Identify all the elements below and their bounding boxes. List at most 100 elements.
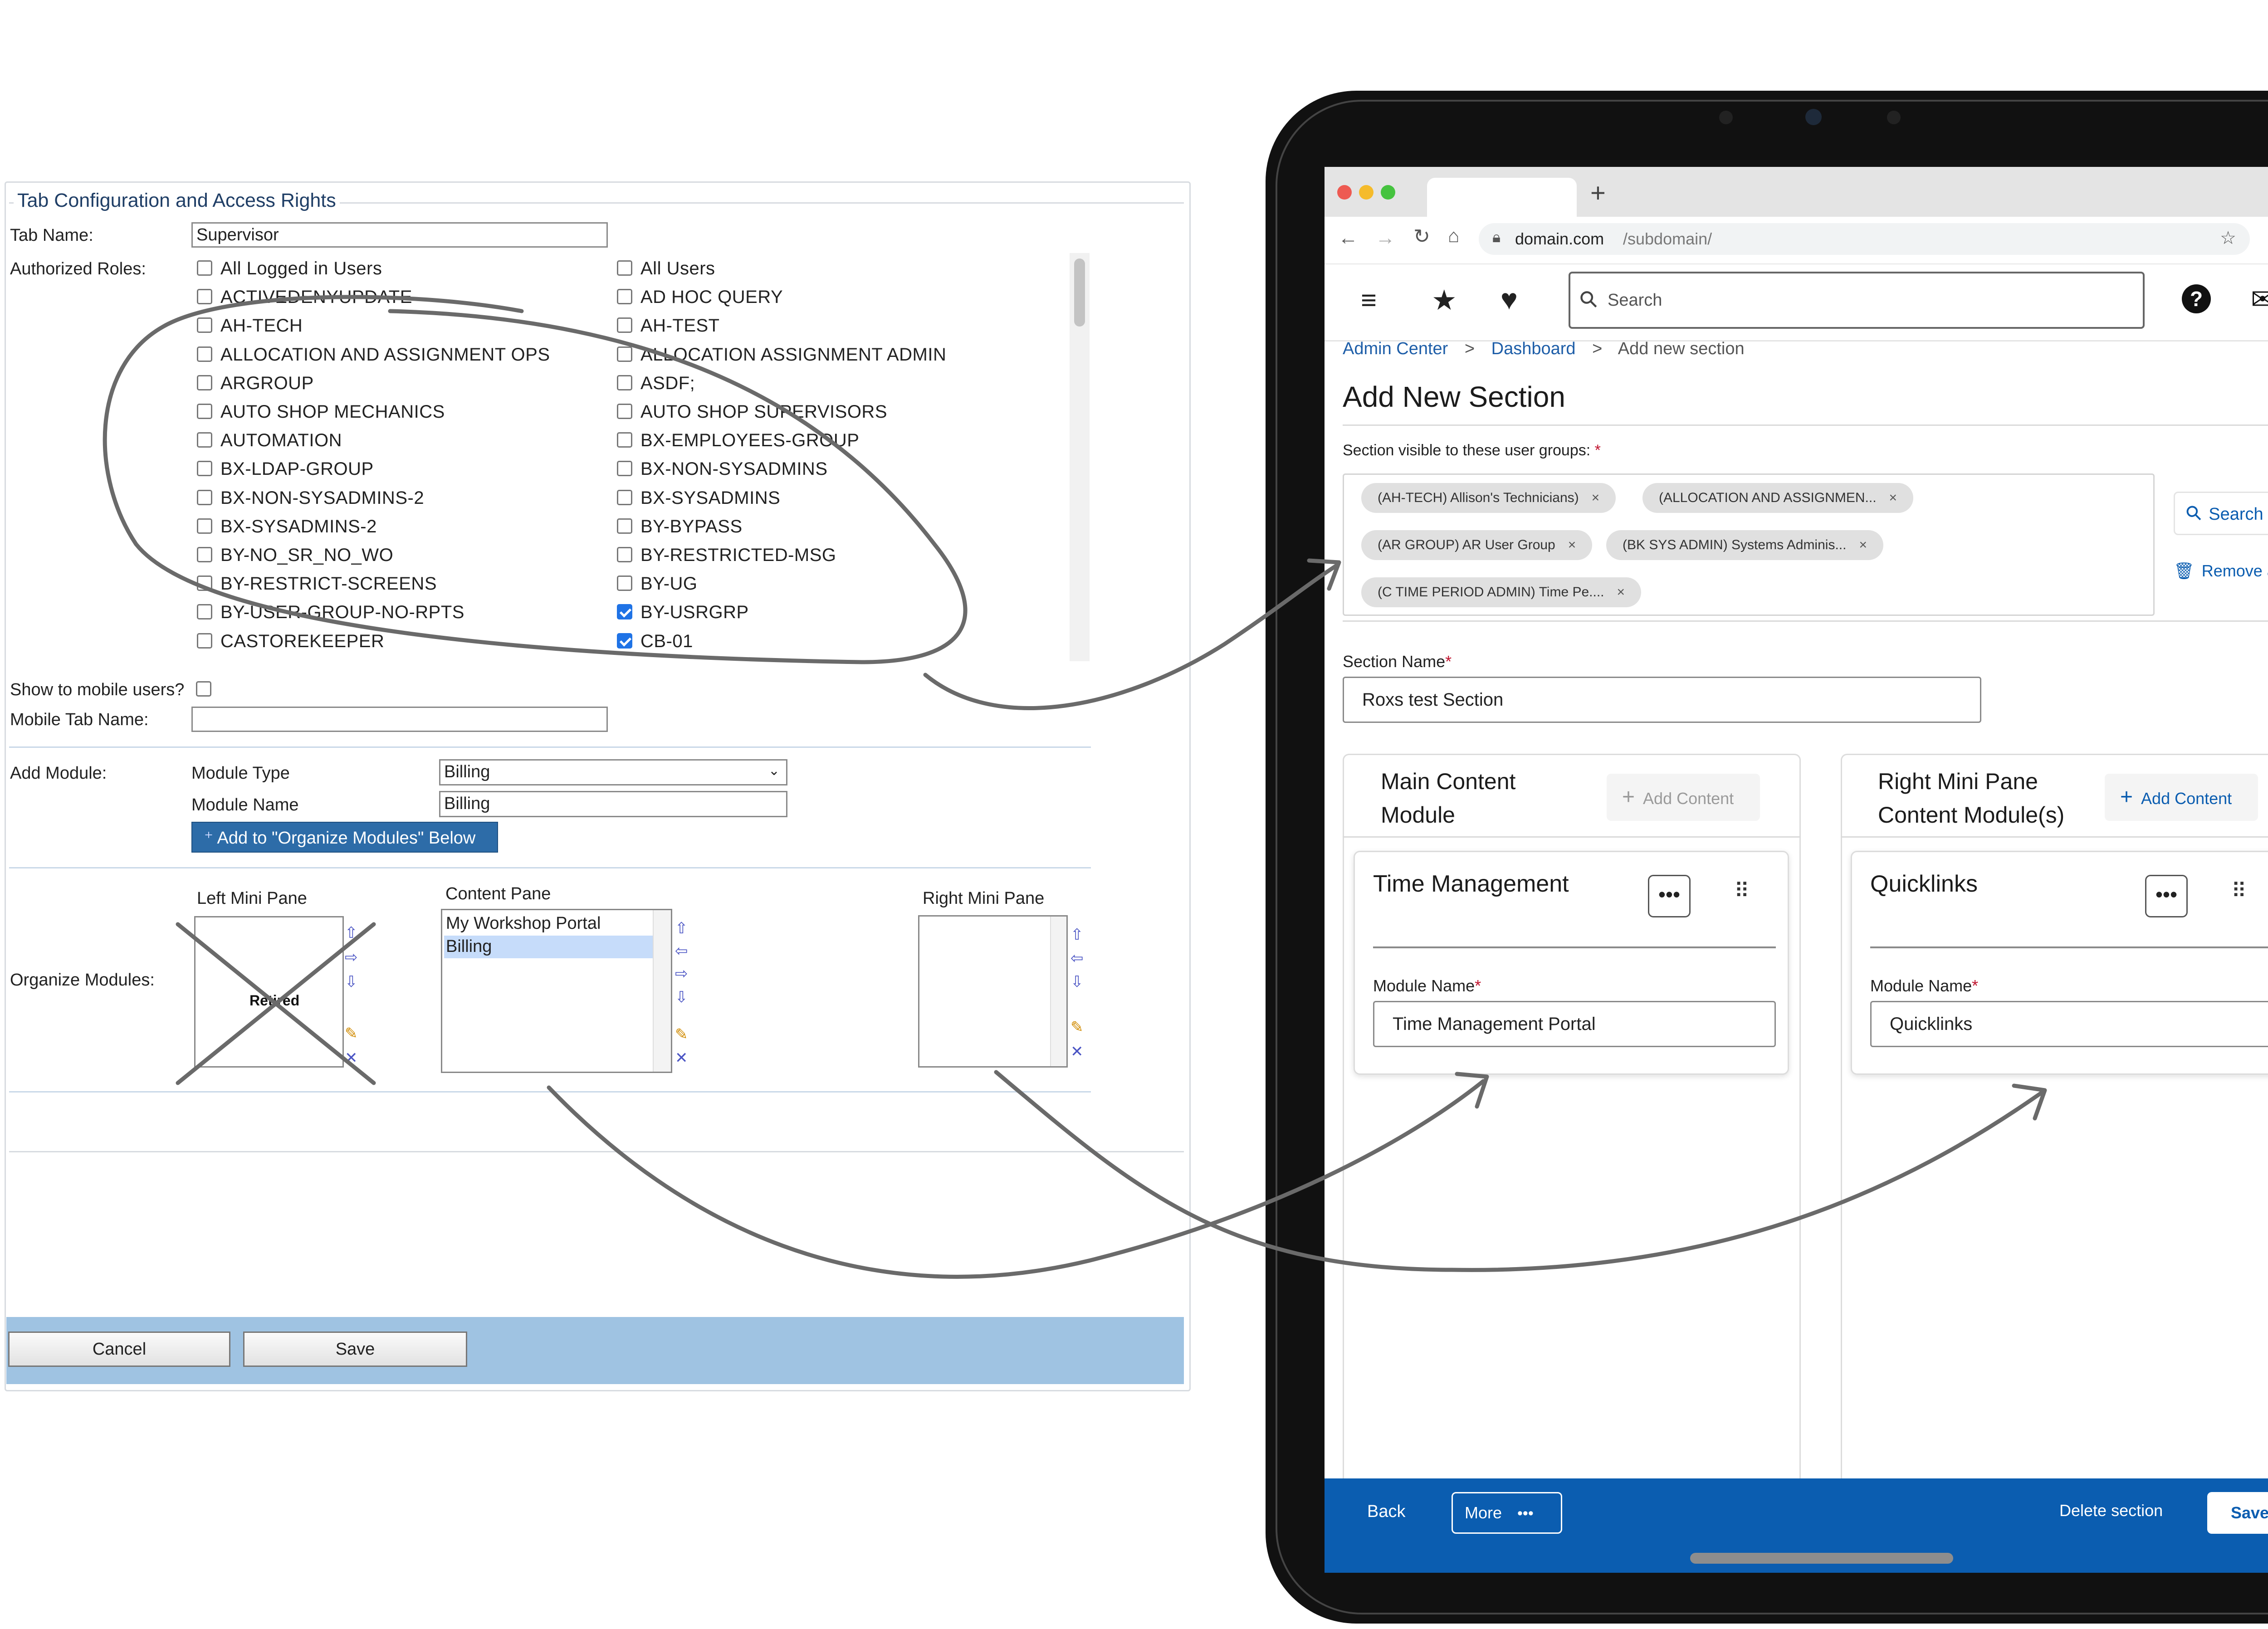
reload-icon[interactable]: ↻	[1413, 225, 1430, 248]
edit-pencil-icon[interactable]: ✎	[675, 1027, 688, 1042]
module-type-select[interactable]: Billing ⌄	[439, 759, 787, 785]
role-checkbox[interactable]	[617, 317, 632, 333]
role-checkbox[interactable]	[197, 489, 212, 505]
close-icon[interactable]: ×	[1859, 537, 1867, 552]
content-item-0[interactable]: My Workshop Portal	[446, 914, 601, 933]
role-checkbox[interactable]	[617, 404, 632, 419]
add-to-organize-button[interactable]: ⁺ Add to "Organize Modules" Below	[191, 822, 498, 853]
role-checkbox[interactable]	[197, 404, 212, 419]
role-checkbox[interactable]	[617, 518, 632, 534]
user-group-chip[interactable]: (AH-TECH) Allison's Technicians) ×	[1361, 483, 1616, 513]
back-button[interactable]: Back	[1367, 1502, 1405, 1522]
forward-arrow-icon[interactable]: →	[1375, 227, 1395, 249]
right-arrow-icon[interactable]: ⇨	[345, 950, 358, 965]
role-checkbox[interactable]	[197, 375, 212, 390]
role-checkbox[interactable]	[617, 576, 632, 591]
tab-name-input[interactable]: Supervisor	[191, 222, 608, 248]
right-arrow-icon[interactable]: ⇨	[675, 966, 688, 981]
delete-x-icon[interactable]: ✕	[1070, 1044, 1084, 1059]
roles-scrollbar[interactable]	[1070, 253, 1090, 661]
left-mini-pane-list[interactable]	[194, 916, 344, 1068]
more-options-icon[interactable]: •••	[1648, 875, 1691, 917]
content-pane-list[interactable]: My Workshop Portal Billing	[441, 909, 672, 1073]
user-groups-field[interactable]: (AH-TECH) Allison's Technicians) × (ALLOC…	[1343, 473, 2155, 616]
home-icon[interactable]: ⌂	[1448, 225, 1459, 247]
down-arrow-icon[interactable]: ⇩	[345, 974, 358, 990]
close-window-icon[interactable]	[1337, 185, 1352, 200]
up-arrow-icon[interactable]: ⇧	[345, 925, 358, 941]
role-checkbox[interactable]	[617, 375, 632, 390]
drag-handle-icon[interactable]: ⠿	[2231, 878, 2247, 903]
right-mini-pane-list[interactable]	[918, 915, 1068, 1068]
role-checkbox[interactable]	[617, 260, 632, 276]
edit-pencil-icon[interactable]: ✎	[1070, 1019, 1084, 1035]
left-arrow-icon[interactable]: ⇦	[1070, 951, 1084, 966]
back-arrow-icon[interactable]: ←	[1338, 227, 1358, 249]
user-group-chip[interactable]: (BK SYS ADMIN) Systems Adminis... ×	[1606, 530, 1883, 560]
help-icon[interactable]: ?	[2182, 284, 2211, 313]
groups-search-button[interactable]: ⚲Search	[2174, 492, 2268, 535]
close-icon[interactable]: ×	[1617, 585, 1625, 600]
role-checkbox[interactable]	[197, 346, 212, 362]
role-checkbox[interactable]	[197, 260, 212, 276]
address-bar[interactable]: 🔒︎ domain.com /subdomain/ ☆	[1479, 223, 2250, 255]
close-icon[interactable]: ×	[1592, 490, 1600, 505]
down-arrow-icon[interactable]: ⇩	[1070, 974, 1084, 990]
role-checkbox[interactable]	[617, 633, 632, 649]
right-pane-scrollbar[interactable]	[1050, 917, 1066, 1066]
save-section-button[interactable]: Save	[2207, 1492, 2268, 1534]
role-checkbox[interactable]	[197, 576, 212, 591]
up-arrow-icon[interactable]: ⇧	[1070, 927, 1084, 942]
star-icon[interactable]: ★	[1432, 283, 1457, 317]
remove-all-button[interactable]: 🗑︎ Remove all	[2174, 561, 2268, 580]
right-add-content-button[interactable]: + Add Content	[2105, 774, 2258, 821]
cancel-button[interactable]: Cancel	[8, 1331, 230, 1367]
user-group-chip[interactable]: (ALLOCATION AND ASSIGNMEN... ×	[1642, 483, 1914, 513]
more-options-icon[interactable]: •••	[2145, 875, 2188, 917]
role-checkbox[interactable]	[197, 461, 212, 477]
browser-tab[interactable]	[1427, 178, 1577, 217]
more-button[interactable]: More •••	[1452, 1492, 1562, 1534]
edit-pencil-icon[interactable]: ✎	[345, 1026, 358, 1041]
section-name-input[interactable]: Roxs test Section	[1343, 677, 1981, 723]
roles-scroll-thumb[interactable]	[1074, 258, 1085, 327]
minimize-window-icon[interactable]	[1359, 185, 1374, 200]
module-name-input[interactable]: Quicklinks	[1870, 1001, 2268, 1047]
role-checkbox[interactable]	[197, 604, 212, 620]
delete-section-button[interactable]: Delete section	[2059, 1501, 2163, 1520]
down-arrow-icon[interactable]: ⇩	[675, 990, 688, 1005]
content-item-1[interactable]: Billing	[444, 936, 653, 958]
role-checkbox[interactable]	[617, 432, 632, 448]
role-checkbox[interactable]	[617, 289, 632, 305]
mobile-tab-name-input[interactable]	[191, 707, 608, 732]
close-icon[interactable]: ×	[1889, 490, 1897, 505]
drag-handle-icon[interactable]: ⠿	[1734, 878, 1750, 903]
maximize-window-icon[interactable]	[1381, 185, 1395, 200]
left-arrow-icon[interactable]: ⇦	[675, 943, 688, 959]
role-checkbox[interactable]	[197, 633, 212, 649]
new-tab-icon[interactable]: +	[1590, 178, 1606, 208]
header-search-input[interactable]: ⚲ Search	[1569, 272, 2145, 329]
module-name-input[interactable]: Time Management Portal	[1373, 1001, 1776, 1047]
role-checkbox[interactable]	[617, 547, 632, 562]
role-checkbox[interactable]	[617, 346, 632, 362]
role-checkbox[interactable]	[617, 489, 632, 505]
user-group-chip[interactable]: (C TIME PERIOD ADMIN) Time Pe.... ×	[1361, 577, 1642, 607]
role-checkbox[interactable]	[197, 289, 212, 305]
close-icon[interactable]: ×	[1568, 537, 1576, 552]
content-pane-scrollbar[interactable]	[653, 910, 671, 1072]
inbox-icon[interactable]: ✉	[2251, 283, 2268, 316]
bookmark-star-icon[interactable]: ☆	[2220, 228, 2236, 249]
up-arrow-icon[interactable]: ⇧	[675, 921, 688, 936]
breadcrumb-dashboard[interactable]: Dashboard	[1491, 339, 1576, 358]
module-name-input[interactable]: Billing	[439, 791, 787, 817]
heart-icon[interactable]: ♥	[1501, 283, 1518, 316]
role-checkbox[interactable]	[197, 518, 212, 534]
delete-x-icon[interactable]: ✕	[345, 1050, 358, 1066]
main-add-content-button[interactable]: + Add Content	[1607, 774, 1760, 821]
role-checkbox[interactable]	[197, 317, 212, 333]
user-group-chip[interactable]: (AR GROUP) AR User Group ×	[1361, 530, 1593, 560]
save-button[interactable]: Save	[243, 1331, 467, 1367]
role-checkbox[interactable]	[197, 547, 212, 562]
mobile-users-checkbox[interactable]	[196, 681, 211, 697]
